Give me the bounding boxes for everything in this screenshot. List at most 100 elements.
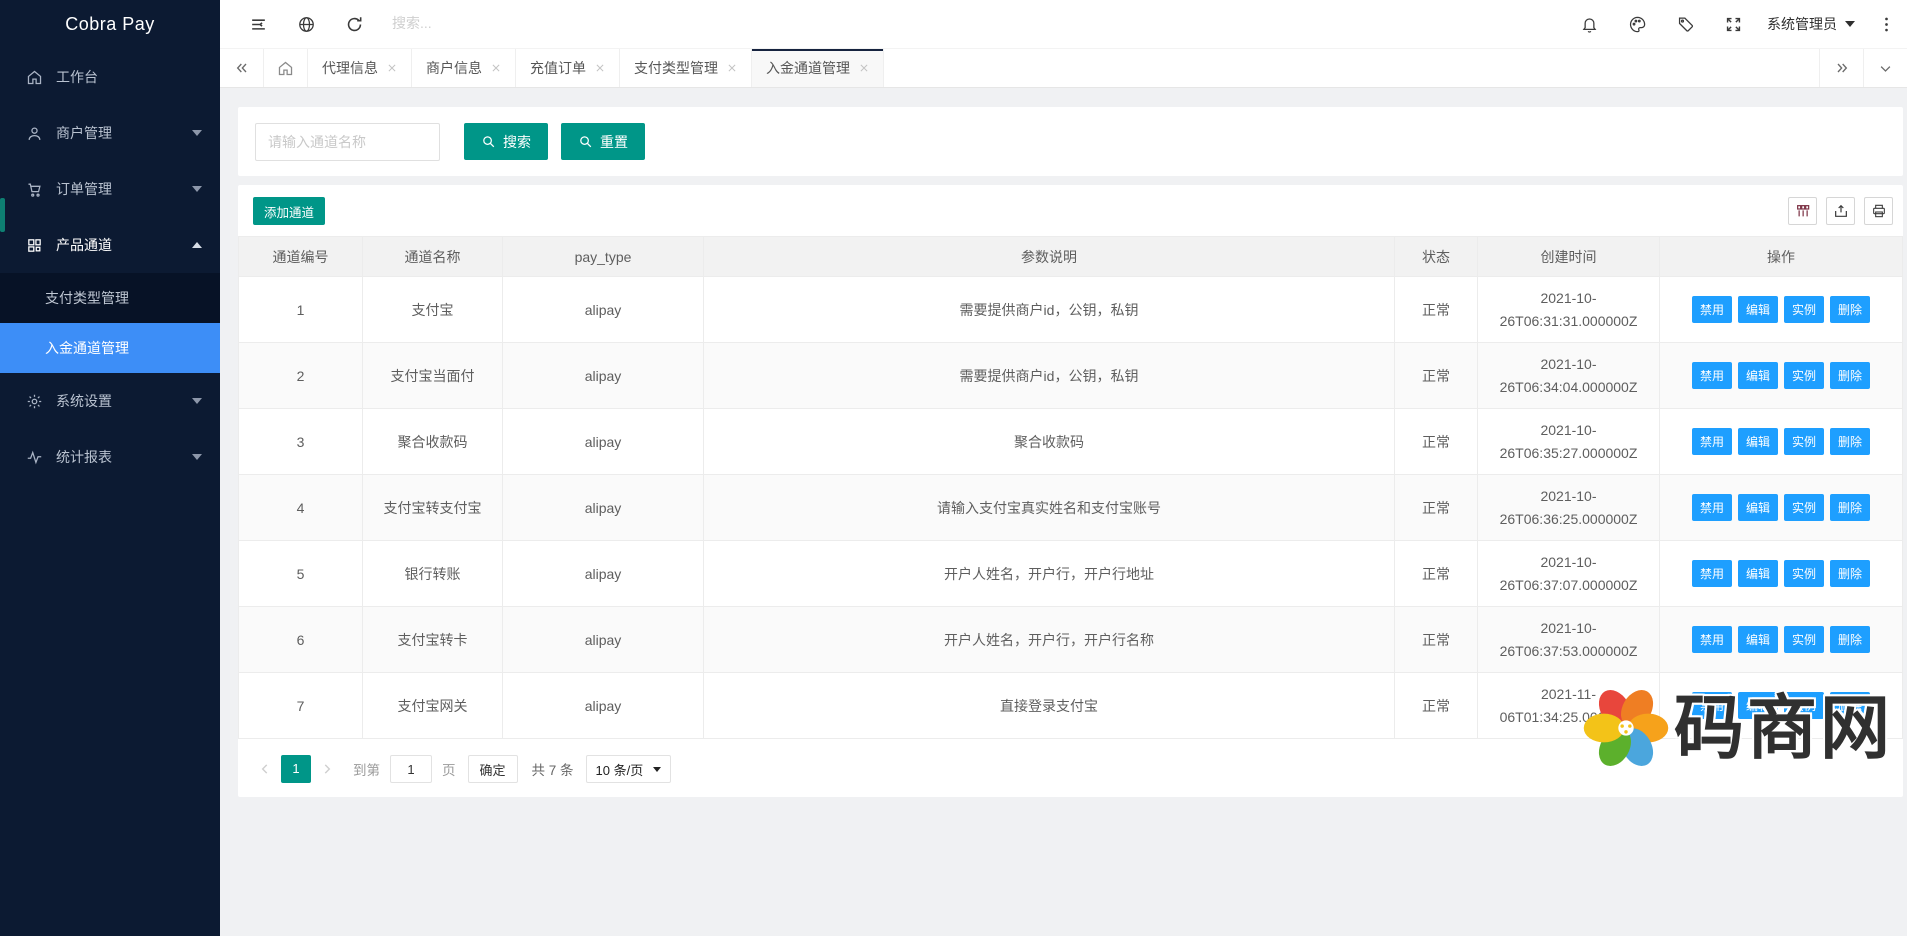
row-action-disable-button[interactable]: 禁用 bbox=[1692, 362, 1732, 389]
tag-icon bbox=[1676, 15, 1695, 34]
print-button[interactable] bbox=[1864, 197, 1893, 225]
channel-name-input[interactable] bbox=[255, 123, 440, 161]
global-search-input[interactable] bbox=[392, 15, 612, 31]
tag-button[interactable] bbox=[1661, 0, 1709, 49]
fullscreen-button[interactable] bbox=[1709, 0, 1757, 49]
sidebar-item-product-channels[interactable]: 产品通道 bbox=[0, 217, 220, 273]
user-menu[interactable]: 系统管理员 bbox=[1757, 0, 1865, 49]
refresh-icon bbox=[345, 15, 364, 34]
cell-param-desc: 需要提供商户id，公钥，私钥 bbox=[704, 343, 1395, 409]
close-icon[interactable] bbox=[595, 63, 605, 73]
column-header: 操作 bbox=[1660, 237, 1903, 277]
sidebar-item-statistics[interactable]: 统计报表 bbox=[0, 429, 220, 485]
row-action-delete-button[interactable]: 删除 bbox=[1830, 692, 1870, 719]
chevron-down-icon bbox=[1878, 61, 1893, 76]
cell-created-at: 2021-10- 26T06:37:07.000000Z bbox=[1478, 541, 1660, 607]
collapse-sidebar-button[interactable] bbox=[234, 0, 282, 49]
created-line-2: 06T01:34:25.000000Z bbox=[1486, 706, 1651, 729]
sidebar-item-merchants[interactable]: 商户管理 bbox=[0, 105, 220, 161]
cell-param-desc: 直接登录支付宝 bbox=[704, 673, 1395, 739]
sidebar-scroll-thumb[interactable] bbox=[0, 198, 5, 232]
close-icon[interactable] bbox=[491, 63, 501, 73]
row-action-edit-button[interactable]: 编辑 bbox=[1738, 692, 1778, 719]
cell-channel-name: 支付宝当面付 bbox=[363, 343, 503, 409]
row-action-edit-button[interactable]: 编辑 bbox=[1738, 560, 1778, 587]
filter-columns-button[interactable] bbox=[1788, 197, 1817, 225]
table-panel: 添加通道 通道编号 通道名称 pay_type 参 bbox=[238, 185, 1903, 797]
topbar: 系统管理员 bbox=[220, 0, 1907, 49]
sidebar-item-label: 商户管理 bbox=[56, 123, 112, 143]
total-count-label: 共 7 条 bbox=[532, 759, 574, 779]
language-button[interactable] bbox=[282, 0, 330, 49]
tab-pay-type-mgmt[interactable]: 支付类型管理 bbox=[620, 49, 752, 87]
tabs-menu-button[interactable] bbox=[1863, 49, 1907, 87]
row-action-instance-button[interactable]: 实例 bbox=[1784, 560, 1824, 587]
row-action-instance-button[interactable]: 实例 bbox=[1784, 362, 1824, 389]
row-action-delete-button[interactable]: 删除 bbox=[1830, 494, 1870, 521]
tab-merchant-info[interactable]: 商户信息 bbox=[412, 49, 516, 87]
goto-page-input[interactable] bbox=[390, 755, 432, 783]
page-size-select[interactable]: 10 条/页 bbox=[586, 755, 672, 783]
close-icon[interactable] bbox=[387, 63, 397, 73]
close-icon[interactable] bbox=[727, 63, 737, 73]
sidebar-item-workbench[interactable]: 工作台 bbox=[0, 49, 220, 105]
sidebar-submenu: 支付类型管理 入金通道管理 bbox=[0, 273, 220, 373]
add-channel-button[interactable]: 添加通道 bbox=[253, 197, 325, 225]
row-action-disable-button[interactable]: 禁用 bbox=[1692, 296, 1732, 323]
row-action-disable-button[interactable]: 禁用 bbox=[1692, 692, 1732, 719]
row-action-delete-button[interactable]: 删除 bbox=[1830, 296, 1870, 323]
created-line-1: 2021-11- bbox=[1486, 683, 1651, 706]
created-line-2: 26T06:35:27.000000Z bbox=[1486, 442, 1651, 465]
refresh-button[interactable] bbox=[330, 0, 378, 49]
tab-home-button[interactable] bbox=[264, 49, 308, 87]
theme-button[interactable] bbox=[1613, 0, 1661, 49]
row-action-edit-button[interactable]: 编辑 bbox=[1738, 626, 1778, 653]
row-action-delete-button[interactable]: 删除 bbox=[1830, 626, 1870, 653]
tab-recharge-orders[interactable]: 充值订单 bbox=[516, 49, 620, 87]
row-action-disable-button[interactable]: 禁用 bbox=[1692, 494, 1732, 521]
cell-channel-name: 银行转账 bbox=[363, 541, 503, 607]
close-icon[interactable] bbox=[859, 63, 869, 73]
tab-deposit-channel-mgmt[interactable]: 入金通道管理 bbox=[752, 49, 884, 87]
row-action-delete-button[interactable]: 删除 bbox=[1830, 560, 1870, 587]
row-action-disable-button[interactable]: 禁用 bbox=[1692, 626, 1732, 653]
sidebar-item-orders[interactable]: 订单管理 bbox=[0, 161, 220, 217]
tabs-scroll-left-button[interactable] bbox=[220, 49, 264, 87]
sidebar-item-pay-type-mgmt[interactable]: 支付类型管理 bbox=[0, 273, 220, 323]
page-unit-label: 页 bbox=[442, 759, 456, 779]
next-page-button[interactable] bbox=[315, 755, 339, 783]
row-action-delete-button[interactable]: 删除 bbox=[1830, 428, 1870, 455]
row-action-instance-button[interactable]: 实例 bbox=[1784, 494, 1824, 521]
row-action-disable-button[interactable]: 禁用 bbox=[1692, 560, 1732, 587]
created-line-1: 2021-10- bbox=[1486, 617, 1651, 640]
row-action-edit-button[interactable]: 编辑 bbox=[1738, 428, 1778, 455]
row-action-edit-button[interactable]: 编辑 bbox=[1738, 296, 1778, 323]
goto-page-label: 到第 bbox=[353, 759, 380, 779]
row-action-instance-button[interactable]: 实例 bbox=[1784, 692, 1824, 719]
cell-channel-name: 支付宝转支付宝 bbox=[363, 475, 503, 541]
search-button[interactable]: 搜索 bbox=[464, 123, 548, 160]
row-action-instance-button[interactable]: 实例 bbox=[1784, 428, 1824, 455]
row-action-instance-button[interactable]: 实例 bbox=[1784, 296, 1824, 323]
tab-agent-info[interactable]: 代理信息 bbox=[308, 49, 412, 87]
row-action-edit-button[interactable]: 编辑 bbox=[1738, 362, 1778, 389]
confirm-page-button[interactable]: 确定 bbox=[468, 755, 518, 783]
current-page-button[interactable]: 1 bbox=[281, 755, 311, 783]
cell-created-at: 2021-10- 26T06:35:27.000000Z bbox=[1478, 409, 1660, 475]
more-menu-button[interactable] bbox=[1865, 0, 1907, 49]
sidebar-item-deposit-channel-mgmt[interactable]: 入金通道管理 bbox=[0, 323, 220, 373]
row-action-edit-button[interactable]: 编辑 bbox=[1738, 494, 1778, 521]
notifications-button[interactable] bbox=[1565, 0, 1613, 49]
prev-page-button[interactable] bbox=[253, 755, 277, 783]
reset-button[interactable]: 重置 bbox=[561, 123, 645, 160]
row-action-instance-button[interactable]: 实例 bbox=[1784, 626, 1824, 653]
tabs-scroll-right-button[interactable] bbox=[1819, 49, 1863, 87]
row-action-delete-button[interactable]: 删除 bbox=[1830, 362, 1870, 389]
sidebar-item-system-settings[interactable]: 系统设置 bbox=[0, 373, 220, 429]
channels-table: 通道编号 通道名称 pay_type 参数说明 状态 创建时间 操作 1 支付宝… bbox=[238, 236, 1903, 739]
search-icon bbox=[578, 134, 593, 149]
row-action-disable-button[interactable]: 禁用 bbox=[1692, 428, 1732, 455]
row-actions: 禁用编辑实例删除 bbox=[1689, 565, 1873, 581]
table-row: 6 支付宝转卡 alipay 开户人姓名，开户行，开户行名称 正常 2021-1… bbox=[239, 607, 1903, 673]
export-button[interactable] bbox=[1826, 197, 1855, 225]
